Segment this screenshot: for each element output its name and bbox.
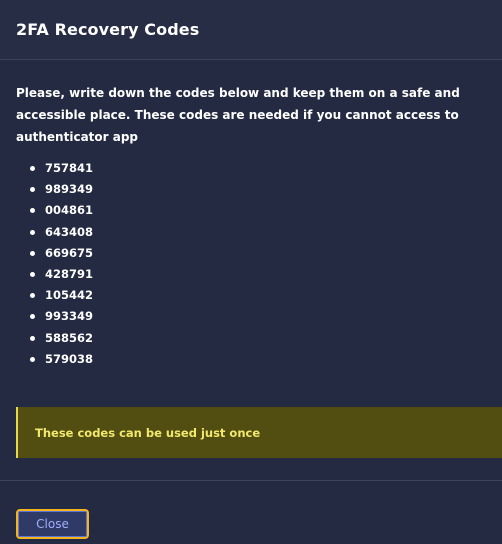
recovery-code-item: 643408 (28, 222, 93, 243)
recovery-code: 004861 (45, 203, 94, 218)
recovery-code: 757841 (45, 161, 94, 175)
warning-alert: These codes can be used just once (16, 407, 502, 458)
recovery-code: 989349 (45, 182, 94, 197)
bullet-icon (30, 314, 35, 320)
bullet-icon (30, 166, 35, 171)
bullet-icon (30, 293, 35, 299)
recovery-code-item: 428791 (28, 264, 93, 285)
recovery-code-item: 757841 (28, 158, 93, 179)
recovery-code-item: 579038 (28, 349, 93, 370)
recovery-code: 643408 (45, 224, 94, 239)
recovery-code: 588562 (45, 330, 94, 345)
recovery-code-item: 669675 (28, 243, 93, 264)
bullet-icon (30, 250, 35, 256)
recovery-code-item: 004861 (28, 200, 93, 221)
recovery-code-item: 989349 (28, 179, 93, 200)
warning-alert-text: These codes can be used just once (35, 425, 261, 440)
bullet-icon (30, 335, 35, 341)
recovery-code: 669675 (45, 245, 94, 260)
recovery-code-item: 588562 (28, 328, 93, 349)
recovery-code: 428791 (45, 267, 94, 282)
bullet-icon (30, 356, 35, 362)
bullet-icon (30, 272, 35, 278)
modal-footer: Close (0, 480, 502, 544)
recovery-code-item: 105442 (28, 285, 93, 306)
bullet-icon (30, 187, 35, 193)
modal-title: 2FA Recovery Codes (16, 20, 200, 39)
recovery-codes-list: 757841 989349 004861 643408 669675 42879… (28, 158, 93, 370)
close-button[interactable]: Close (16, 509, 89, 539)
recovery-codes-modal: 2FA Recovery Codes Please, write down th… (0, 0, 502, 544)
recovery-code: 105442 (45, 288, 94, 303)
modal-header: 2FA Recovery Codes (0, 0, 502, 60)
recovery-code: 993349 (45, 309, 94, 324)
bullet-icon (30, 208, 35, 214)
bullet-icon (30, 229, 35, 235)
recovery-code-item: 993349 (28, 306, 93, 327)
instructions-text: Please, write down the codes below and k… (16, 86, 460, 144)
recovery-code: 579038 (45, 351, 94, 366)
